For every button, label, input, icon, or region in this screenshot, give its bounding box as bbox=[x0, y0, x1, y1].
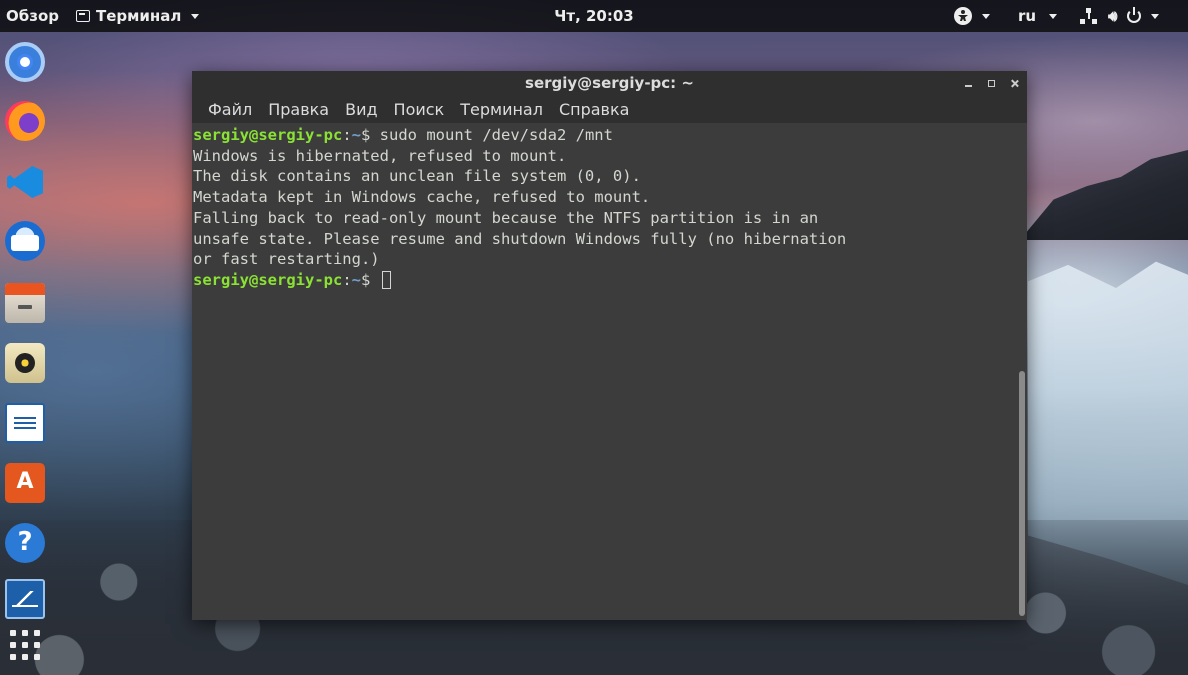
dock bbox=[0, 32, 50, 675]
firefox-icon bbox=[5, 101, 45, 141]
prompt-path: ~ bbox=[351, 126, 361, 144]
activities-button[interactable]: Обзор bbox=[6, 0, 59, 32]
window-title: sergiy@sergiy-pc: ~ bbox=[525, 74, 694, 92]
menu-search[interactable]: Поиск bbox=[386, 100, 453, 119]
prompt-symbol: $ bbox=[361, 126, 380, 144]
dock-item-writer[interactable] bbox=[4, 402, 46, 444]
show-applications-button[interactable] bbox=[4, 624, 46, 666]
window-controls bbox=[964, 71, 1019, 95]
network-icon bbox=[1080, 8, 1098, 24]
prompt-user: sergiy@sergiy-pc bbox=[193, 270, 343, 289]
terminal-window: sergiy@sergiy-pc: ~ Файл Правка Вид Поис… bbox=[192, 71, 1027, 620]
thunderbird-icon bbox=[5, 221, 45, 261]
prompt-path: ~ bbox=[351, 270, 361, 289]
chevron-down-icon bbox=[982, 13, 990, 19]
keyboard-layout-menu[interactable]: ru bbox=[1018, 0, 1058, 32]
help-icon bbox=[5, 523, 45, 563]
files-icon bbox=[5, 283, 45, 323]
output-line: Windows is hibernated, refused to mount. bbox=[193, 146, 567, 165]
app-menu-button[interactable]: Терминал bbox=[76, 0, 200, 32]
power-icon bbox=[1127, 7, 1142, 23]
output-line: or fast restarting.) bbox=[193, 250, 380, 269]
dock-item-thunderbird[interactable] bbox=[4, 220, 46, 262]
menu-help[interactable]: Справка bbox=[551, 100, 638, 119]
current-prompt-line: sergiy@sergiy-pc:~$ bbox=[192, 270, 1016, 291]
app-menu-label: Терминал bbox=[96, 7, 182, 25]
scrollbar[interactable] bbox=[1019, 371, 1025, 616]
command-text: sudo mount /dev/sda2 /mnt bbox=[379, 126, 613, 144]
prompt-separator: : bbox=[342, 126, 352, 144]
output-line: unsafe state. Please resume and shutdown… bbox=[193, 229, 847, 248]
output-line: Falling back to read-only mount because … bbox=[193, 208, 819, 227]
language-label: ru bbox=[1018, 7, 1037, 25]
dock-item-firefox[interactable] bbox=[4, 100, 46, 142]
terminal-content[interactable]: sergiy@sergiy-pc:~$ sudo mount /dev/sda2… bbox=[192, 125, 1016, 620]
menu-terminal[interactable]: Терминал bbox=[452, 100, 551, 119]
maximize-button[interactable] bbox=[987, 79, 996, 88]
prompt-separator: : bbox=[342, 270, 352, 289]
dock-item-rhythmbox[interactable] bbox=[4, 342, 46, 384]
menu-edit[interactable]: Правка bbox=[260, 100, 337, 119]
software-store-icon bbox=[5, 463, 45, 503]
writer-icon bbox=[5, 403, 45, 443]
chevron-down-icon bbox=[191, 13, 200, 19]
dock-item-software[interactable] bbox=[4, 462, 46, 504]
window-titlebar[interactable]: sergiy@sergiy-pc: ~ bbox=[192, 71, 1027, 95]
clock-button[interactable]: Чт, 20:03 bbox=[554, 7, 633, 25]
terminal-icon bbox=[76, 10, 90, 22]
rhythmbox-icon bbox=[5, 343, 45, 383]
prompt-user: sergiy@sergiy-pc bbox=[193, 126, 343, 144]
output-line: The disk contains an unclean file system… bbox=[193, 167, 641, 186]
vscode-icon bbox=[5, 162, 45, 202]
text-cursor bbox=[381, 270, 391, 289]
chevron-down-icon bbox=[1151, 13, 1160, 19]
app-grid-icon bbox=[8, 628, 42, 662]
menu-file[interactable]: Файл bbox=[200, 100, 260, 119]
system-menu[interactable]: 🔊︎ bbox=[1080, 0, 1160, 32]
window-menubar: Файл Правка Вид Поиск Терминал Справка bbox=[192, 95, 1027, 123]
menu-view[interactable]: Вид bbox=[337, 100, 385, 119]
minimize-button[interactable] bbox=[964, 79, 973, 88]
chevron-down-icon bbox=[1049, 14, 1058, 19]
dock-item-chromium[interactable] bbox=[4, 41, 46, 83]
accessibility-icon bbox=[954, 7, 972, 25]
dock-item-vscode[interactable] bbox=[4, 161, 46, 203]
command-line: sergiy@sergiy-pc:~$ sudo mount /dev/sda2… bbox=[192, 125, 1016, 146]
prompt-symbol: $ bbox=[361, 270, 380, 289]
volume-icon: 🔊︎ bbox=[1108, 7, 1118, 25]
close-button[interactable] bbox=[1010, 79, 1019, 88]
accessibility-menu[interactable] bbox=[954, 0, 990, 32]
dock-item-help[interactable] bbox=[4, 522, 46, 564]
output-line: Metadata kept in Windows cache, refused … bbox=[193, 188, 651, 207]
dock-item-files[interactable] bbox=[4, 282, 46, 324]
top-bar: Обзор Терминал Чт, 20:03 ru 🔊︎ bbox=[0, 0, 1188, 32]
system-monitor-icon bbox=[5, 579, 45, 619]
dock-item-system-monitor[interactable] bbox=[4, 578, 46, 620]
chromium-icon bbox=[5, 42, 45, 82]
